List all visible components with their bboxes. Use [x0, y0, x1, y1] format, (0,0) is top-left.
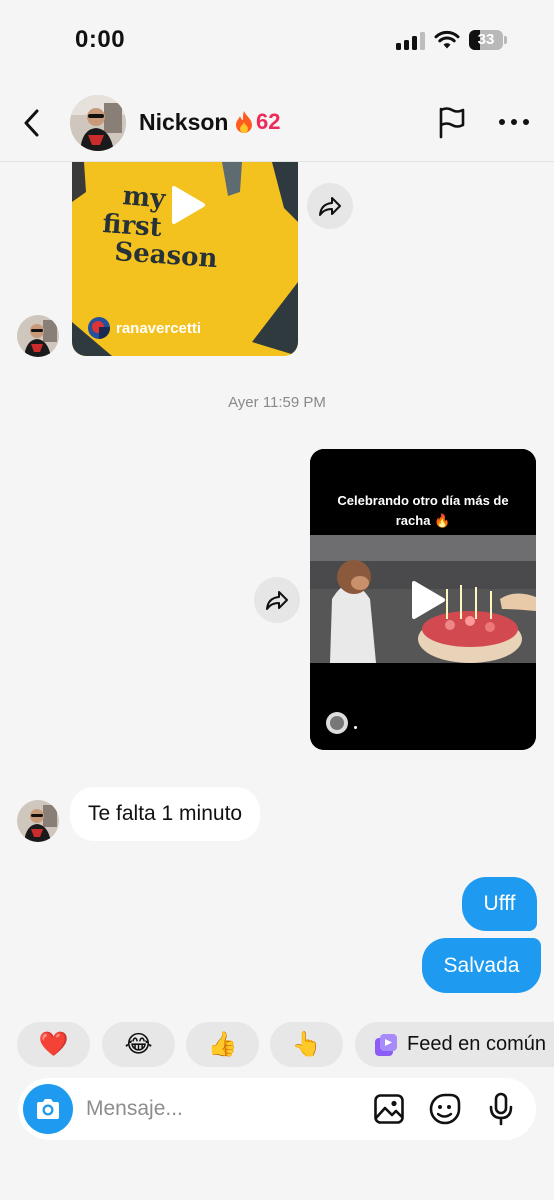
play-icon[interactable] [410, 580, 446, 620]
shared-feed-button[interactable]: Feed en común [355, 1022, 554, 1067]
contact-avatar[interactable] [70, 95, 126, 151]
sender-avatar[interactable] [17, 315, 59, 357]
outgoing-message-bubble[interactable]: Salvada [422, 938, 541, 993]
cellular-signal-icon [396, 32, 426, 50]
outgoing-message-bubble[interactable]: Ufff [462, 877, 537, 931]
microphone-icon [489, 1092, 513, 1126]
quick-reaction-point-up[interactable]: 👆 [270, 1022, 343, 1067]
message-text: Te falta 1 minuto [88, 802, 243, 825]
sticker-face-icon [429, 1093, 461, 1125]
battery-level: 33 [477, 31, 495, 48]
laughing-emoji-icon: 😂 [124, 1031, 153, 1058]
message-timestamp: Ayer 11:59 PM [228, 394, 326, 411]
quick-reaction-heart[interactable]: ❤️ [17, 1022, 90, 1067]
gallery-button[interactable] [371, 1091, 407, 1127]
svg-text:my: my [121, 181, 167, 215]
share-button[interactable] [254, 577, 300, 623]
quick-reaction-laugh[interactable]: 😂 [102, 1022, 175, 1067]
share-arrow-icon [319, 197, 341, 216]
message-text: Salvada [443, 953, 520, 977]
video-owner-avatar [88, 317, 110, 339]
thumbs-up-icon: 👍 [207, 1031, 238, 1058]
shared-feed-label: Feed en común [407, 1033, 546, 1055]
back-button[interactable] [18, 106, 46, 140]
message-text: Ufff [483, 892, 516, 915]
streak-count: 62 [256, 109, 281, 134]
voice-message-button[interactable] [483, 1091, 519, 1127]
video-caption: Celebrando otro día más de racha 🔥 [337, 493, 509, 528]
sender-avatar[interactable] [17, 800, 59, 842]
incoming-message-bubble[interactable]: Te falta 1 minuto [70, 787, 261, 841]
report-flag-button[interactable] [436, 105, 468, 139]
more-options-button[interactable] [496, 110, 532, 134]
battery-nub [504, 36, 507, 44]
pointing-up-icon: 👆 [291, 1031, 322, 1058]
heart-icon: ❤️ [38, 1031, 69, 1058]
battery-icon: 33 [469, 30, 503, 50]
streak-indicator: 62 [233, 109, 280, 135]
wifi-icon [434, 30, 460, 49]
contact-name[interactable]: Nickson [139, 109, 228, 136]
share-button[interactable] [307, 183, 353, 229]
play-icon[interactable] [170, 185, 206, 225]
video-owner-avatar [326, 712, 348, 734]
video-owner-dot [354, 726, 357, 729]
image-gallery-icon [374, 1094, 404, 1124]
status-time: 0:00 [75, 26, 126, 53]
share-arrow-icon [266, 591, 288, 610]
video-username[interactable]: ranavercetti [116, 320, 201, 337]
message-input[interactable] [86, 1094, 346, 1124]
sticker-button[interactable] [427, 1091, 463, 1127]
shared-feed-icon [375, 1033, 397, 1056]
camera-button[interactable] [23, 1084, 73, 1134]
quick-reaction-thumbs-up[interactable]: 👍 [186, 1022, 259, 1067]
fire-icon [236, 111, 252, 133]
camera-icon [37, 1099, 59, 1119]
